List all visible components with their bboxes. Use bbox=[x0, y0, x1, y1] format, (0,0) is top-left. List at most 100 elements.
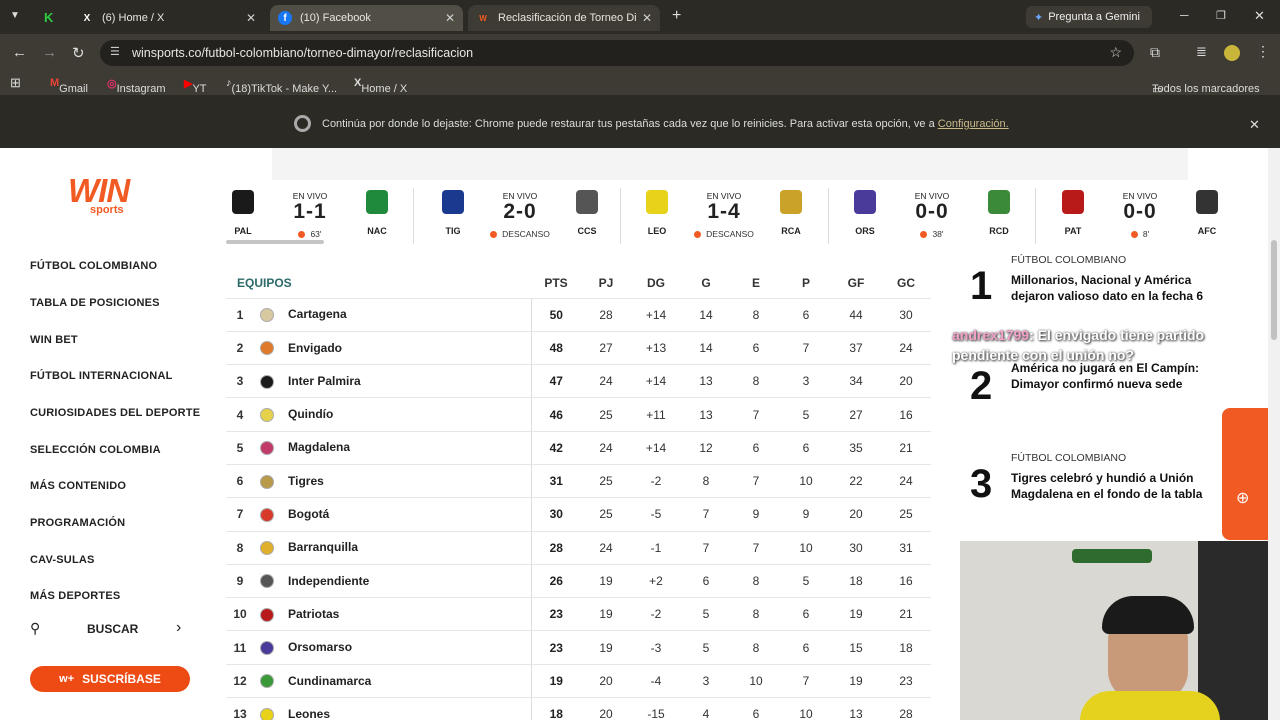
e-cell: 7 bbox=[731, 397, 781, 432]
bookmark-gmail[interactable]: M Gmail bbox=[50, 77, 88, 95]
carousel-scrollbar[interactable] bbox=[226, 240, 324, 244]
g-cell: 6 bbox=[681, 564, 731, 599]
table-row[interactable]: 4 Quindío 46 25 +11 13 7 5 27 16 bbox=[226, 397, 931, 432]
sidebar-item[interactable]: WIN BET bbox=[30, 334, 78, 346]
search-bar[interactable]: ⚲ BUSCAR › bbox=[30, 619, 190, 640]
bookmark-instagram[interactable]: ◎ Instagram bbox=[107, 77, 166, 95]
winsports-logo[interactable]: WIN sports bbox=[68, 172, 152, 218]
table-row[interactable]: 1 Cartagena 50 28 +14 14 8 6 44 30 bbox=[226, 298, 931, 332]
sidebar-item[interactable]: SELECCIÓN COLOMBIA bbox=[30, 444, 161, 456]
match-card[interactable]: TIG EN VIVO 2-0 DESCANSO CCS bbox=[436, 188, 626, 244]
address-bar[interactable]: ☰ winsports.co/futbol-colombiano/torneo-… bbox=[100, 40, 1134, 66]
sidebar-item[interactable]: FÚTBOL INTERNACIONAL bbox=[30, 370, 173, 382]
extensions-icon[interactable]: ⧉ bbox=[1150, 44, 1160, 61]
tab-facebook[interactable]: f (10) Facebook ✕ bbox=[270, 5, 463, 31]
sidebar-item[interactable]: MÁS CONTENIDO bbox=[30, 480, 126, 492]
team-cell[interactable]: Leones bbox=[254, 697, 531, 720]
page-scrollbar[interactable] bbox=[1268, 148, 1280, 720]
table-row[interactable]: 13 Leones 18 20 -15 4 6 10 13 28 bbox=[226, 697, 931, 720]
maximize-icon[interactable]: ❐ bbox=[1216, 9, 1226, 22]
sidebar-item[interactable]: MÁS DEPORTES bbox=[30, 590, 120, 602]
team-cell[interactable]: Bogotá bbox=[254, 497, 531, 532]
match-card[interactable]: LEO EN VIVO 1-4 DESCANSO RCA bbox=[640, 188, 830, 244]
tab-reclasificacion[interactable]: W Reclasificación de Torneo Dima... ✕ bbox=[468, 5, 660, 31]
team-cell[interactable]: Orsomarso bbox=[254, 630, 531, 665]
column-header[interactable]: GC bbox=[881, 268, 931, 299]
team-cell[interactable]: Independiente bbox=[254, 564, 531, 599]
subscribe-button[interactable]: w+ SUSCRÍBASE bbox=[30, 666, 190, 692]
team-cell[interactable]: Cundinamarca bbox=[254, 664, 531, 699]
team-cell[interactable]: Tigres bbox=[254, 464, 531, 499]
profile-avatar[interactable] bbox=[1224, 45, 1240, 61]
close-tab-icon[interactable]: ✕ bbox=[246, 11, 256, 25]
match-card[interactable]: PAT EN VIVO 0-0 8' AFC bbox=[1056, 188, 1246, 244]
sidebar-item[interactable]: TABLA DE POSICIONES bbox=[30, 297, 160, 309]
bookmark-star-icon[interactable]: ☆ bbox=[1109, 44, 1122, 61]
team-cell[interactable]: Envigado bbox=[254, 331, 531, 366]
team-cell[interactable]: Cartagena bbox=[254, 298, 531, 332]
pj-cell: 20 bbox=[581, 697, 631, 720]
column-header[interactable]: PTS bbox=[531, 268, 581, 299]
news-headline[interactable]: Millonarios, Nacional y América dejaron … bbox=[1011, 272, 1221, 304]
team-cell[interactable]: Quindío bbox=[254, 397, 531, 432]
sidebar-item[interactable]: CAV-SULAS bbox=[30, 554, 95, 566]
table-row[interactable]: 8 Barranquilla 28 24 -1 7 7 10 30 31 bbox=[226, 531, 931, 565]
table-row[interactable]: 2 Envigado 48 27 +13 14 6 7 37 24 bbox=[226, 331, 931, 366]
table-row[interactable]: 11 Orsomarso 23 19 -3 5 8 6 15 18 bbox=[226, 630, 931, 665]
side-widget[interactable]: ⊕ bbox=[1222, 408, 1268, 540]
column-header[interactable]: DG bbox=[631, 268, 681, 299]
team-cell[interactable]: Patriotas bbox=[254, 597, 531, 632]
table-row[interactable]: 12 Cundinamarca 19 20 -4 3 10 7 19 23 bbox=[226, 664, 931, 699]
column-header[interactable]: P bbox=[781, 268, 831, 299]
table-row[interactable]: 3 Inter Palmira 47 24 +14 13 8 3 34 20 bbox=[226, 364, 931, 399]
sidebar-item[interactable]: CURIOSIDADES DEL DEPORTE bbox=[30, 407, 200, 419]
table-header-row: EQUIPOS PTS PJ DG G E P GF GC bbox=[226, 268, 931, 299]
table-row[interactable]: 9 Independiente 26 19 +2 6 8 5 18 16 bbox=[226, 564, 931, 599]
tab-x-home[interactable]: X (6) Home / X ✕ bbox=[72, 5, 264, 31]
gemini-button[interactable]: ✦ Pregunta a Gemini bbox=[1026, 6, 1152, 28]
tab-search-icon[interactable]: ▼ bbox=[10, 10, 20, 21]
bookmark-tiktok[interactable]: ♪ (18)TikTok - Make Y... bbox=[226, 77, 337, 95]
match-card[interactable]: PAL EN VIVO 1-1 63' NAC bbox=[226, 188, 416, 244]
column-header[interactable]: GF bbox=[831, 268, 881, 299]
match-card[interactable]: ORS EN VIVO 0-0 38' RCD bbox=[848, 188, 1038, 244]
news-item[interactable]: FÚTBOL COLOMBIANO Millonarios, Nacional y… bbox=[1011, 254, 1221, 304]
column-header[interactable]: E bbox=[731, 268, 781, 299]
infobar-settings-link[interactable]: Configuración. bbox=[938, 118, 1009, 130]
close-window-icon[interactable]: ✕ bbox=[1254, 8, 1265, 24]
minimize-icon[interactable]: ─ bbox=[1180, 8, 1189, 22]
news-headline[interactable]: Tigres celebró y hundió a Unión Magdalen… bbox=[1011, 470, 1221, 502]
team-cell[interactable]: Inter Palmira bbox=[254, 364, 531, 399]
site-info-icon[interactable]: ☰ bbox=[110, 45, 120, 58]
dg-cell: +2 bbox=[631, 564, 681, 599]
back-icon[interactable]: ← bbox=[12, 44, 27, 61]
team-cell[interactable]: Barranquilla bbox=[254, 531, 531, 565]
table-row[interactable]: 5 Magdalena 42 24 +14 12 6 6 35 21 bbox=[226, 431, 931, 465]
dg-cell: -1 bbox=[631, 531, 681, 565]
column-header[interactable]: EQUIPOS bbox=[226, 268, 531, 299]
reload-icon[interactable]: ↻ bbox=[72, 44, 85, 62]
table-row[interactable]: 6 Tigres 31 25 -2 8 7 10 22 24 bbox=[226, 464, 931, 499]
pinned-tab-icon[interactable]: K bbox=[44, 10, 56, 25]
table-row[interactable]: 7 Bogotá 30 25 -5 7 9 9 20 25 bbox=[226, 497, 931, 532]
scrollbar-thumb[interactable] bbox=[1271, 240, 1277, 340]
forward-icon[interactable]: → bbox=[42, 44, 57, 61]
new-tab-icon[interactable]: + bbox=[672, 7, 681, 25]
table-row[interactable]: 10 Patriotas 23 19 -2 5 8 6 19 21 bbox=[226, 597, 931, 632]
news-item[interactable]: FÚTBOL COLOMBIANO Tigres celebró y hundió… bbox=[1011, 452, 1221, 502]
reading-list-icon[interactable]: ≣ bbox=[1196, 44, 1207, 60]
p-cell: 6 bbox=[781, 630, 831, 665]
apps-icon[interactable]: ⊞ bbox=[10, 75, 21, 91]
infobar-close-icon[interactable]: ✕ bbox=[1249, 117, 1260, 133]
close-tab-icon[interactable]: ✕ bbox=[445, 11, 455, 25]
bookmark-x[interactable]: X Home / X bbox=[354, 77, 407, 95]
dg-cell: -2 bbox=[631, 464, 681, 499]
sidebar-item[interactable]: FÚTBOL COLOMBIANO bbox=[30, 260, 157, 272]
team-cell[interactable]: Magdalena bbox=[254, 431, 531, 465]
bookmark-yt[interactable]: ▶ YT bbox=[184, 77, 207, 95]
menu-icon[interactable]: ⋮ bbox=[1256, 43, 1270, 60]
close-tab-icon[interactable]: ✕ bbox=[642, 11, 652, 25]
sidebar-item[interactable]: PROGRAMACIÓN bbox=[30, 517, 125, 529]
column-header[interactable]: G bbox=[681, 268, 731, 299]
column-header[interactable]: PJ bbox=[581, 268, 631, 299]
